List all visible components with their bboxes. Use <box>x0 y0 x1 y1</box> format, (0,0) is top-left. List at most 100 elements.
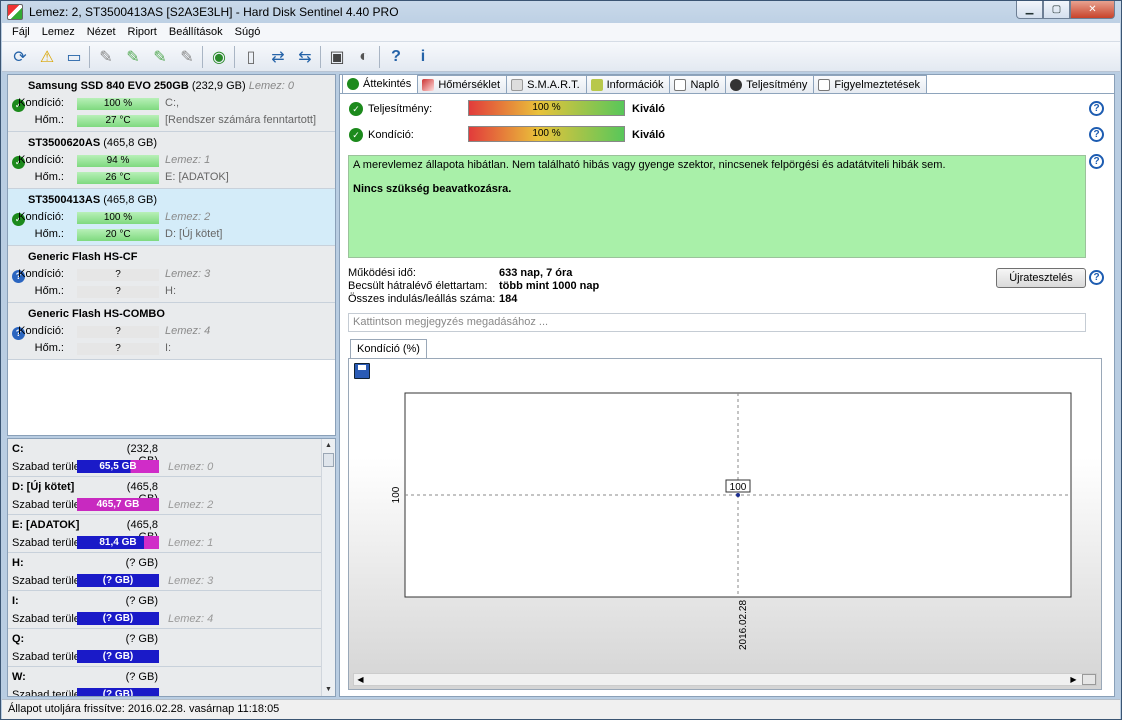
tool-icon[interactable]: ✎ <box>94 45 118 69</box>
temperature-bar: 20 °C <box>77 229 159 241</box>
menu-help[interactable]: Súgó <box>229 26 267 38</box>
disk-number: Lemez: 1 <box>168 537 214 549</box>
tab-label: Napló <box>690 78 720 91</box>
menu-file[interactable]: Fájl <box>6 26 36 38</box>
tool-green-icon[interactable]: ✎ <box>148 45 172 69</box>
close-button[interactable]: ✕ <box>1070 1 1115 19</box>
menu-settings[interactable]: Beállítások <box>163 26 229 38</box>
condition-label: Kondíció: <box>18 154 64 166</box>
tab-alerts[interactable]: Figyelmeztetések <box>813 75 927 93</box>
scroll-thumb[interactable] <box>323 453 334 467</box>
uptime-value: 633 nap, 7 óra <box>499 267 573 279</box>
free-space-bar: 81,4 GB <box>77 536 159 549</box>
tab-temperature[interactable]: Hőmérséklet <box>417 75 508 93</box>
condition-bar: 100 % <box>77 212 159 224</box>
x-tick-label: 2016.02.28 <box>738 600 749 650</box>
volume-scrollbar[interactable]: ▲ ▼ <box>321 439 335 696</box>
monitor-icon[interactable]: ▣ <box>325 45 349 69</box>
free-space-bar: 65,5 GB <box>77 460 159 473</box>
sync-icon[interactable]: ⇄ <box>266 45 290 69</box>
disk-item[interactable]: ST3500620AS (465,8 GB) ✓ Kondíció: 94 % … <box>8 132 335 189</box>
speaker-icon[interactable]: ◐ <box>352 45 376 69</box>
volume-name: Q: <box>12 633 25 645</box>
tab-label: Információk <box>606 78 664 91</box>
help-icon[interactable]: ? <box>1089 127 1104 142</box>
volume-item[interactable]: H: (? GB) Szabad terület (? GB) Lemez: 3 <box>8 553 335 591</box>
scroll-down-icon[interactable]: ▼ <box>322 683 335 696</box>
tab-label: Hőmérséklet <box>438 78 501 91</box>
tab-info[interactable]: Információk <box>585 75 671 93</box>
globe-icon[interactable]: ◉ <box>207 45 231 69</box>
volume-name: I: <box>12 595 19 607</box>
free-space-bar: (? GB) <box>77 574 159 587</box>
free-space-label: Szabad terület <box>12 537 83 549</box>
volume-name: C: <box>12 443 24 455</box>
thermometer-icon <box>422 78 435 91</box>
document-icon[interactable]: ▯ <box>239 45 263 69</box>
info-icon[interactable]: i <box>411 45 435 69</box>
volume-item[interactable]: D: [Új kötet] (465,8 GB) Szabad terület … <box>8 477 335 515</box>
disk-item[interactable]: Generic Flash HS-CF ? Kondíció: ? Lemez:… <box>8 246 335 303</box>
scroll-thumb[interactable] <box>1082 674 1096 685</box>
volume-item[interactable]: W: (? GB) Szabad terület (? GB) <box>8 667 335 696</box>
disk-item[interactable]: ST3500413AS (465,8 GB) ✓ Kondíció: 100 %… <box>8 189 335 246</box>
scroll-left-icon[interactable]: ◀ <box>354 674 367 685</box>
menu-disk[interactable]: Lemez <box>36 26 81 38</box>
toolbar: ⟳ ⚠ ▭ ✎ ✎ ✎ ✎ ◉ ▯ ⇄ ⇆ ▣ ◐ ? i <box>2 42 1120 72</box>
title-bar: Lemez: 2, ST3500413AS [S2A3E3LH] - Hard … <box>1 1 1121 23</box>
toolbar-separator <box>379 45 381 68</box>
uptime-row: Működési idő: 633 nap, 7 óra <box>348 267 572 279</box>
performance-value: 100 % <box>532 102 561 113</box>
help-icon[interactable]: ? <box>384 45 408 69</box>
starts-row: Összes indulás/leállás száma: 184 <box>348 293 517 305</box>
scroll-up-icon[interactable]: ▲ <box>322 439 335 452</box>
condition-bar: 100 % <box>77 98 159 110</box>
tab-performance[interactable]: Teljesítmény <box>725 75 815 93</box>
tool-check-icon[interactable]: ✎ <box>121 45 145 69</box>
tab-overview[interactable]: Áttekintés <box>342 74 419 93</box>
report-icon[interactable]: ▭ <box>62 45 86 69</box>
main-panel: Áttekintés Hőmérséklet S.M.A.R.T. Inform… <box>339 74 1115 697</box>
volume-list: C: (232,8 GB) Szabad terület 65,5 GB Lem… <box>7 438 336 697</box>
tab-border <box>340 93 1114 94</box>
help-icon[interactable]: ? <box>1089 101 1104 116</box>
menu-report[interactable]: Riport <box>122 26 163 38</box>
refresh-icon[interactable]: ⟳ <box>8 45 32 69</box>
volume-name: H: <box>12 557 24 569</box>
disk-number: Lemez: 4 <box>168 613 214 625</box>
volume-item[interactable]: C: (232,8 GB) Szabad terület 65,5 GB Lem… <box>8 439 335 477</box>
data-point <box>736 493 740 497</box>
app-icon <box>7 4 23 20</box>
help-icon[interactable]: ? <box>1089 154 1104 169</box>
temperature-bar: ? <box>77 286 159 298</box>
menu-view[interactable]: Nézet <box>81 26 122 38</box>
volume-item[interactable]: I: (? GB) Szabad terület (? GB) Lemez: 4 <box>8 591 335 629</box>
disk-item[interactable]: Samsung SSD 840 EVO 250GB (232,9 GB) Lem… <box>8 75 335 132</box>
disk-item[interactable]: Generic Flash HS-COMBO ? Kondíció: ? Lem… <box>8 303 335 360</box>
menu-bar: Fájl Lemez Nézet Riport Beállítások Súgó <box>2 23 1120 42</box>
help-icon[interactable]: ? <box>1089 270 1104 285</box>
tab-chart-condition[interactable]: Kondíció (%) <box>350 339 427 358</box>
disk-number: Lemez: 3 <box>165 268 211 280</box>
note-input[interactable]: Kattintson megjegyzés megadásához ... <box>348 313 1086 332</box>
volume-name: D: [Új kötet] <box>12 481 75 493</box>
disk-number: Lemez: 2 <box>168 499 214 511</box>
condition-text: Kiváló <box>632 129 666 141</box>
warning-icon[interactable]: ⚠ <box>35 45 59 69</box>
condition-label: Kondíció: <box>18 325 64 337</box>
chart-hscrollbar[interactable]: ◀ ▶ <box>353 673 1097 686</box>
performance-label: Teljesítmény: <box>368 103 433 115</box>
network-icon[interactable]: ⇆ <box>293 45 317 69</box>
retest-button[interactable]: Újratesztelés <box>996 268 1086 288</box>
volume-item[interactable]: Q: (? GB) Szabad terület (? GB) <box>8 629 335 667</box>
minimize-button[interactable]: ▁ <box>1016 1 1043 19</box>
drive-letter: H: <box>165 285 176 297</box>
free-space-label: Szabad terület <box>12 499 83 511</box>
scroll-right-icon[interactable]: ▶ <box>1067 674 1080 685</box>
temperature-bar: 27 °C <box>77 115 159 127</box>
volume-item[interactable]: E: [ADATOK] (465,8 GB) Szabad terület 81… <box>8 515 335 553</box>
tool-x-icon[interactable]: ✎ <box>175 45 199 69</box>
maximize-button[interactable]: ▢ <box>1043 1 1070 19</box>
tab-log[interactable]: Napló <box>669 75 727 93</box>
tab-smart[interactable]: S.M.A.R.T. <box>506 75 587 93</box>
